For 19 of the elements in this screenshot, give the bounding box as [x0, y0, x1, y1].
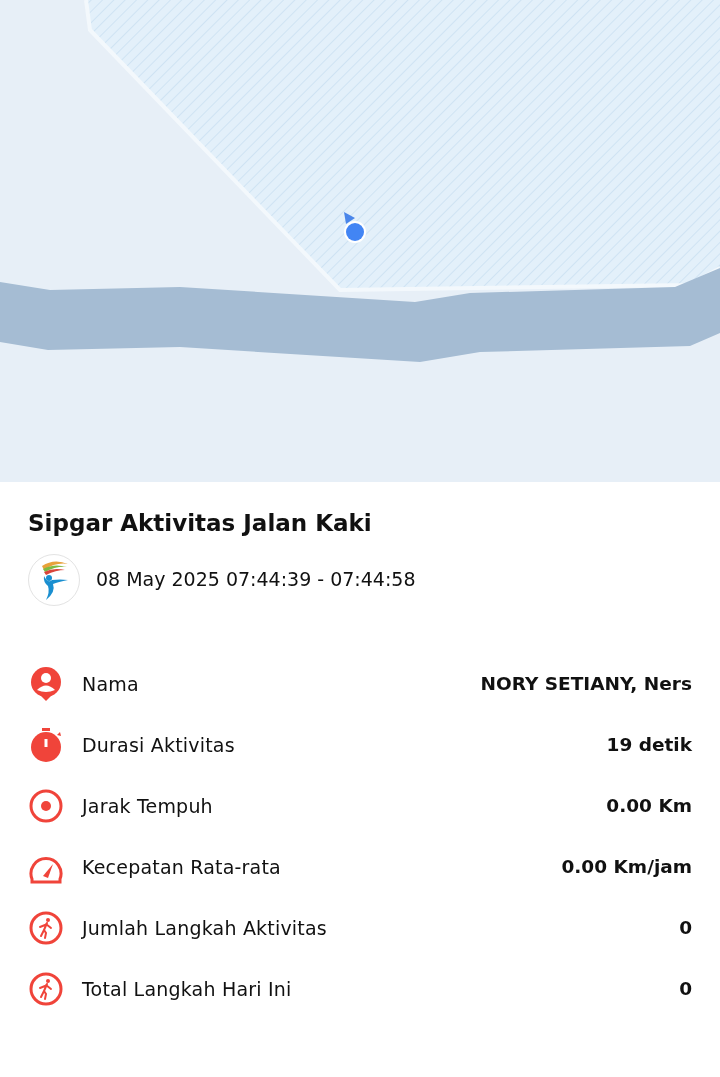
stat-value: 0 [679, 977, 692, 1002]
person-pin-icon [28, 666, 64, 703]
target-icon [28, 788, 64, 825]
stat-value: 0 [679, 916, 692, 941]
stat-value: 0.00 Km/jam [561, 855, 692, 880]
walking-icon [28, 971, 64, 1008]
stat-value: NORY SETIANY, Ners [480, 672, 692, 697]
stat-label: Jumlah Langkah Aktivitas [82, 915, 327, 941]
time-range: 08 May 2025 07:44:39 - 07:44:58 [96, 567, 416, 593]
stat-value: 0.00 Km [606, 794, 692, 819]
stat-value: 19 detik [606, 733, 692, 758]
stat-label: Jarak Tempuh [82, 793, 213, 819]
walking-icon [28, 910, 64, 947]
stat-label: Total Langkah Hari Ini [82, 976, 292, 1002]
activity-title: Sipgar Aktivitas Jalan Kaki [28, 510, 373, 538]
stat-label: Durasi Aktivitas [82, 732, 235, 758]
stat-label: Kecepatan Rata-rata [82, 854, 281, 880]
stopwatch-icon [28, 727, 64, 764]
stat-label: Nama [82, 671, 139, 697]
